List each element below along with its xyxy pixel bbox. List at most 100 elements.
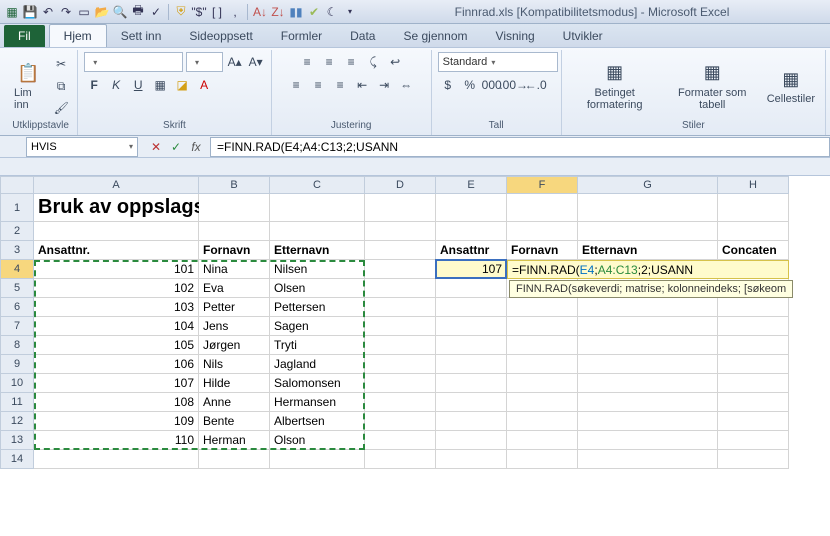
moon-icon[interactable]: ☾	[324, 4, 340, 20]
cell-C10[interactable]: Salomonsen	[270, 374, 365, 393]
row-header-3[interactable]: 3	[0, 241, 34, 260]
row-header-4[interactable]: 4	[0, 260, 34, 279]
cell-H1[interactable]	[718, 194, 789, 222]
cell-G1[interactable]	[578, 194, 718, 222]
cell-H7[interactable]	[718, 317, 789, 336]
cell-E13[interactable]	[436, 431, 507, 450]
cell-E5[interactable]	[436, 279, 507, 298]
format-painter-icon[interactable]: 🖌	[51, 98, 71, 118]
cell-C5[interactable]: Olsen	[270, 279, 365, 298]
column-header-E[interactable]: E	[436, 176, 507, 194]
row-header-9[interactable]: 9	[0, 355, 34, 374]
tab-page-layout[interactable]: Sideoppsett	[175, 25, 266, 47]
currency-icon[interactable]: "$"	[191, 4, 207, 20]
tab-insert[interactable]: Sett inn	[107, 25, 176, 47]
cell-G7[interactable]	[578, 317, 718, 336]
row-header-2[interactable]: 2	[0, 222, 34, 241]
font-color-button[interactable]: A	[194, 75, 214, 95]
save-icon[interactable]: 💾	[22, 4, 38, 20]
tab-file[interactable]: Fil	[4, 25, 45, 47]
cell-F7[interactable]	[507, 317, 578, 336]
open-icon[interactable]: 📂	[94, 4, 110, 20]
cut-icon[interactable]: ✂	[51, 54, 71, 74]
cell-C12[interactable]: Albertsen	[270, 412, 365, 431]
cell-C3[interactable]: Etternavn	[270, 241, 365, 260]
spellcheck-icon[interactable]: ✓	[148, 4, 164, 20]
accept-formula-icon[interactable]: ✓	[166, 137, 186, 157]
row-header-14[interactable]: 14	[0, 450, 34, 469]
cell-E7[interactable]	[436, 317, 507, 336]
border-button[interactable]: ▦	[150, 75, 170, 95]
cell-D10[interactable]	[365, 374, 436, 393]
cell-E10[interactable]	[436, 374, 507, 393]
qat-dropdown-icon[interactable]: ▾	[342, 4, 358, 20]
copy-icon[interactable]: ⧉	[51, 76, 71, 96]
column-header-C[interactable]: C	[270, 176, 365, 194]
cell-C8[interactable]: Tryti	[270, 336, 365, 355]
cell-D12[interactable]	[365, 412, 436, 431]
cell-C13[interactable]: Olson	[270, 431, 365, 450]
cell-C1[interactable]	[270, 194, 365, 222]
cell-D5[interactable]	[365, 279, 436, 298]
cell-B5[interactable]: Eva	[199, 279, 270, 298]
row-header-6[interactable]: 6	[0, 298, 34, 317]
column-header-D[interactable]: D	[365, 176, 436, 194]
cell-H6[interactable]	[718, 298, 789, 317]
cell-F8[interactable]	[507, 336, 578, 355]
align-top-icon[interactable]: ≡	[297, 52, 317, 72]
cell-D4[interactable]	[365, 260, 436, 279]
increase-decimal-icon[interactable]: .00→	[504, 75, 524, 95]
cell-B2[interactable]	[199, 222, 270, 241]
cell-D13[interactable]	[365, 431, 436, 450]
cell-G11[interactable]	[578, 393, 718, 412]
cell-A5[interactable]: 102	[34, 279, 199, 298]
column-header-H[interactable]: H	[718, 176, 789, 194]
cancel-formula-icon[interactable]: ✕	[146, 137, 166, 157]
cell-A10[interactable]: 107	[34, 374, 199, 393]
new-icon[interactable]: ▭	[76, 4, 92, 20]
cell-H2[interactable]	[718, 222, 789, 241]
name-box[interactable]: HVIS ▾	[26, 137, 138, 157]
cell-D11[interactable]	[365, 393, 436, 412]
cell-A6[interactable]: 103	[34, 298, 199, 317]
cell-A14[interactable]	[34, 450, 199, 469]
cell-E12[interactable]	[436, 412, 507, 431]
wrap-text-icon[interactable]: ↩	[385, 52, 405, 72]
cell-C11[interactable]: Hermansen	[270, 393, 365, 412]
cell-E8[interactable]	[436, 336, 507, 355]
cell-G12[interactable]	[578, 412, 718, 431]
cell-D9[interactable]	[365, 355, 436, 374]
cell-B4[interactable]: Nina	[199, 260, 270, 279]
cell-H14[interactable]	[718, 450, 789, 469]
cell-A1[interactable]: Bruk av oppslagsfunksjonen FINN.RAD (VLO…	[34, 194, 199, 222]
cell-F1[interactable]	[507, 194, 578, 222]
cell-H9[interactable]	[718, 355, 789, 374]
paste-button[interactable]: 📋 Lim inn	[10, 59, 47, 113]
sort-desc-icon[interactable]: Z↓	[270, 4, 286, 20]
cell-F2[interactable]	[507, 222, 578, 241]
cell-D6[interactable]	[365, 298, 436, 317]
cell-B12[interactable]: Bente	[199, 412, 270, 431]
row-header-8[interactable]: 8	[0, 336, 34, 355]
undo-icon[interactable]: ↶	[40, 4, 56, 20]
column-header-G[interactable]: G	[578, 176, 718, 194]
tab-data[interactable]: Data	[336, 25, 389, 47]
cell-A2[interactable]	[34, 222, 199, 241]
cell-A3[interactable]: Ansattnr.	[34, 241, 199, 260]
increase-indent-icon[interactable]: ⇥	[374, 75, 394, 95]
cell-E2[interactable]	[436, 222, 507, 241]
align-center-icon[interactable]: ≡	[308, 75, 328, 95]
cell-D3[interactable]	[365, 241, 436, 260]
tab-formulas[interactable]: Formler	[267, 25, 336, 47]
cell-B6[interactable]: Petter	[199, 298, 270, 317]
cell-A12[interactable]: 109	[34, 412, 199, 431]
font-size-combo[interactable]: ▾	[186, 52, 223, 72]
format-as-table-button[interactable]: ▦ Formater som tabell	[666, 59, 759, 113]
cell-G8[interactable]	[578, 336, 718, 355]
select-all-corner[interactable]	[0, 176, 34, 194]
align-left-icon[interactable]: ≡	[286, 75, 306, 95]
row-header-10[interactable]: 10	[0, 374, 34, 393]
cell-F6[interactable]	[507, 298, 578, 317]
cell-D7[interactable]	[365, 317, 436, 336]
shield-icon[interactable]: ⛨	[173, 4, 189, 20]
